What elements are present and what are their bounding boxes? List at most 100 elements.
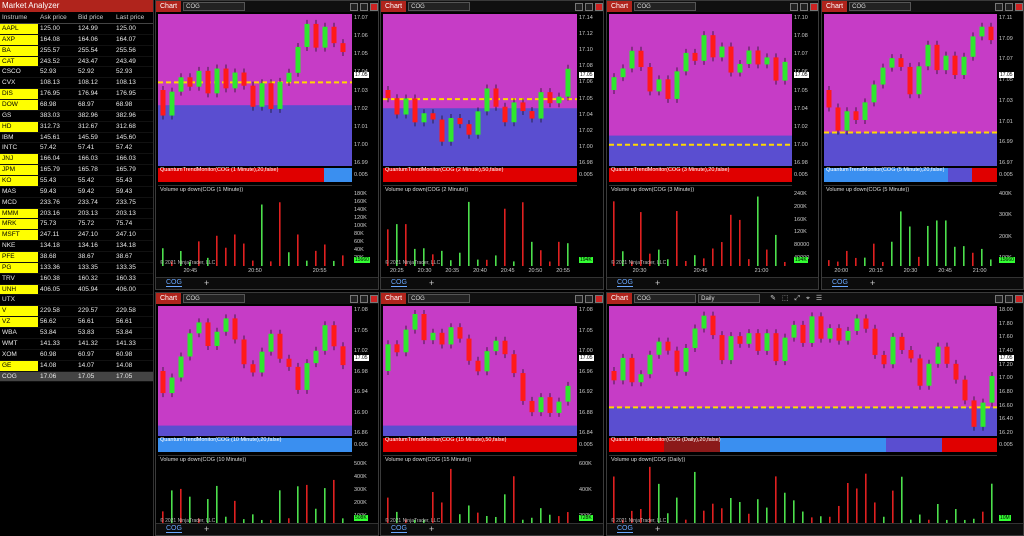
- tab-cog[interactable]: COG: [617, 525, 633, 533]
- table-row[interactable]: WBA 53.84 53.83 53.84: [0, 328, 153, 339]
- price-panel[interactable]: QuantumDynamicVolatility(COG (10 Minute)…: [158, 306, 352, 436]
- minimize-icon[interactable]: [995, 294, 1003, 303]
- volume-panel[interactable]: Volume up down(COG (2 Minute)) © 2021 Ni…: [383, 185, 577, 267]
- price-axis[interactable]: 17.08 17.05 17.02 16.98 16.94 16.90 16.86: [354, 307, 378, 436]
- instrument-selector[interactable]: COG: [183, 2, 246, 11]
- trend-monitor-panel[interactable]: QuantumTrendMonitor(COG (15 Minute),50,f…: [383, 437, 578, 452]
- table-row[interactable]: WMT 141.33 141.32 141.33: [0, 339, 153, 350]
- volume-axis[interactable]: 600K400K200K: [579, 461, 592, 519]
- price-axis[interactable]: 17.08 17.05 17.00 16.96 16.92 16.88 16.84: [579, 307, 603, 436]
- table-row[interactable]: JNJ 166.04 166.03 166.03: [0, 154, 153, 166]
- column-header[interactable]: Bid price: [76, 12, 114, 23]
- volume-axis[interactable]: 400K300K200K100K: [999, 191, 1012, 261]
- table-row[interactable]: UTX: [0, 295, 153, 307]
- table-row[interactable]: CAT 243.52 243.47 243.49: [0, 56, 153, 68]
- minimize-icon[interactable]: [350, 294, 358, 303]
- volume-axis[interactable]: 500K400K300K200K100K: [354, 461, 367, 519]
- close-icon[interactable]: [595, 294, 603, 303]
- table-row[interactable]: GE 14.08 14.07 14.08: [0, 360, 153, 372]
- trend-monitor-panel[interactable]: QuantumTrendMonitor(COG (10 Minute),20,f…: [158, 437, 353, 452]
- table-row[interactable]: JPM 165.79 165.78 165.79: [0, 165, 153, 177]
- volume-axis[interactable]: 240K200K160K120K8000040000: [794, 191, 809, 261]
- table-row[interactable]: XOM 60.98 60.97 60.98: [0, 350, 153, 361]
- interval-selector[interactable]: Daily: [698, 294, 761, 303]
- table-row[interactable]: V 229.58 229.57 229.58: [0, 306, 153, 318]
- trend-monitor-panel[interactable]: QuantumTrendMonitor(COG (2 Minute),50,fa…: [383, 167, 578, 182]
- instrument-selector[interactable]: COG: [408, 294, 471, 303]
- price-panel[interactable]: QuantumDynamicVolatility(COG (1 Minute),…: [158, 14, 352, 166]
- tab-cog[interactable]: COG: [391, 279, 407, 287]
- price-panel[interactable]: QuantumDynamicVolatility(COG (15 Minute)…: [383, 306, 577, 436]
- table-row[interactable]: MSFT 247.11 247.10 247.10: [0, 230, 153, 242]
- volume-panel[interactable]: Volume up down(COG (3 Minute)) © 2021 Ni…: [609, 185, 792, 267]
- table-row[interactable]: TRV 160.38 160.32 160.33: [0, 274, 153, 285]
- maximize-icon[interactable]: [360, 294, 368, 303]
- close-icon[interactable]: [370, 2, 378, 11]
- tab-cog[interactable]: COG: [166, 525, 182, 533]
- minimize-icon[interactable]: [350, 2, 358, 11]
- table-row[interactable]: PFE 38.68 38.67 38.67: [0, 252, 153, 263]
- volume-panel[interactable]: Volume up down(COG (15 Minute)) © 2021 N…: [383, 455, 577, 525]
- table-row[interactable]: DOW 68.98 68.97 68.98: [0, 100, 153, 111]
- table-row[interactable]: PG 133.36 133.35 133.35: [0, 262, 153, 274]
- add-tab-icon[interactable]: +: [429, 278, 434, 288]
- add-tab-icon[interactable]: +: [655, 524, 660, 534]
- trend-monitor-panel[interactable]: QuantumTrendMonitor(COG (Daily),20,false…: [609, 437, 997, 452]
- maximize-icon[interactable]: [1005, 294, 1013, 303]
- volume-panel[interactable]: Volume up down(COG (10 Minute)) © 2021 N…: [158, 455, 352, 525]
- time-axis[interactable]: 20:45 20:50 20:55: [158, 268, 352, 274]
- add-tab-icon[interactable]: +: [204, 524, 209, 534]
- add-tab-icon[interactable]: +: [655, 278, 660, 288]
- table-row[interactable]: MCD 233.76 233.74 233.75: [0, 198, 153, 209]
- chart-window[interactable]: Chart COG QuantumDynamicVolatility(COG (…: [380, 292, 604, 536]
- tab-cog[interactable]: COG: [391, 525, 407, 533]
- column-header[interactable]: Ask price: [38, 12, 76, 23]
- time-axis[interactable]: 20:00 20:15 20:30 20:45 21:00: [824, 268, 997, 274]
- maximize-icon[interactable]: [1005, 2, 1013, 11]
- tab-cog[interactable]: COG: [617, 279, 633, 287]
- tab-cog[interactable]: COG: [832, 279, 848, 287]
- table-row[interactable]: DIS 176.95 176.94 176.95: [0, 89, 153, 101]
- instrument-selector[interactable]: COG: [183, 294, 246, 303]
- price-panel[interactable]: QuantumDynamicVolatility(COG (2 Minute),…: [383, 14, 577, 166]
- table-row[interactable]: MAS 59.43 59.42 59.43: [0, 187, 153, 198]
- instrument-selector[interactable]: COG: [849, 2, 912, 11]
- price-panel[interactable]: QuantumDynamicVolatility(COG (3 Minute),…: [609, 14, 792, 166]
- price-panel[interactable]: QuantumDynamicVolatility(COG (Daily),fal…: [609, 306, 997, 436]
- minimize-icon[interactable]: [575, 2, 583, 11]
- chart-window[interactable]: Chart COG QuantumDynamicVolatility(COG (…: [155, 292, 379, 536]
- instrument-selector[interactable]: COG: [634, 294, 697, 303]
- close-icon[interactable]: [370, 294, 378, 303]
- table-row[interactable]: VZ 56.62 56.61 56.61: [0, 317, 153, 329]
- trend-monitor-panel[interactable]: QuantumTrendMonitor(COG (5 Minute),20,fa…: [824, 167, 998, 182]
- table-row[interactable]: CSCO 52.93 52.92 52.93: [0, 67, 153, 79]
- price-axis[interactable]: 18.00 17.80 17.60 17.40 17.20 17.00 16.80 16.60…: [999, 307, 1023, 436]
- chart-window[interactable]: Chart COG QuantumDynamicVolatility(COG (…: [606, 0, 819, 290]
- column-header[interactable]: Last price: [114, 12, 152, 23]
- volume-panel[interactable]: Volume up down(COG (5 Minute)): [824, 185, 997, 267]
- table-row[interactable]: UNH 406.05 405.94 406.00: [0, 284, 153, 296]
- maximize-icon[interactable]: [585, 2, 593, 11]
- instrument-selector[interactable]: COG: [408, 2, 471, 11]
- add-tab-icon[interactable]: +: [429, 524, 434, 534]
- volume-axis[interactable]: 180K160K140K120K100K80K60K40K20K: [354, 191, 367, 261]
- maximize-icon[interactable]: [585, 294, 593, 303]
- tab-cog[interactable]: COG: [166, 279, 182, 287]
- add-tab-icon[interactable]: +: [204, 278, 209, 288]
- instrument-selector[interactable]: COG: [634, 2, 697, 11]
- table-row[interactable]: MMM 203.16 203.13 203.13: [0, 208, 153, 220]
- column-header[interactable]: Instrume: [0, 12, 38, 23]
- drawing-tools-icon[interactable]: ✎ ⬚ ⤢ ⌖ ☰: [770, 294, 824, 303]
- price-axis[interactable]: 17.11 17.09 17.07 17.05 17.03 17.01 16.99 16.97: [999, 15, 1023, 166]
- volume-panel[interactable]: Volume up down(COG (Daily)) © 2021 Ninja…: [609, 455, 997, 525]
- trend-monitor-panel[interactable]: QuantumTrendMonitor(COG (1 Minute),20,fa…: [158, 167, 353, 182]
- table-row[interactable]: BA 255.57 255.54 255.56: [0, 45, 153, 57]
- time-axis[interactable]: 20:25 20:30 20:35 20:40 20:45 20:50 20:55: [383, 268, 577, 274]
- close-icon[interactable]: [1015, 294, 1023, 303]
- table-row[interactable]: KO 55.43 55.42 55.43: [0, 176, 153, 187]
- table-row[interactable]: MRK 75.73 75.72 75.74: [0, 219, 153, 231]
- table-row[interactable]: IBM 145.61 145.59 145.60: [0, 133, 153, 144]
- minimize-icon[interactable]: [575, 294, 583, 303]
- chart-window[interactable]: Chart COG QuantumDynamicVolatility(COG (…: [380, 0, 604, 290]
- chart-window[interactable]: Chart COG QuantumDynamicVolatility(COG (…: [155, 0, 379, 290]
